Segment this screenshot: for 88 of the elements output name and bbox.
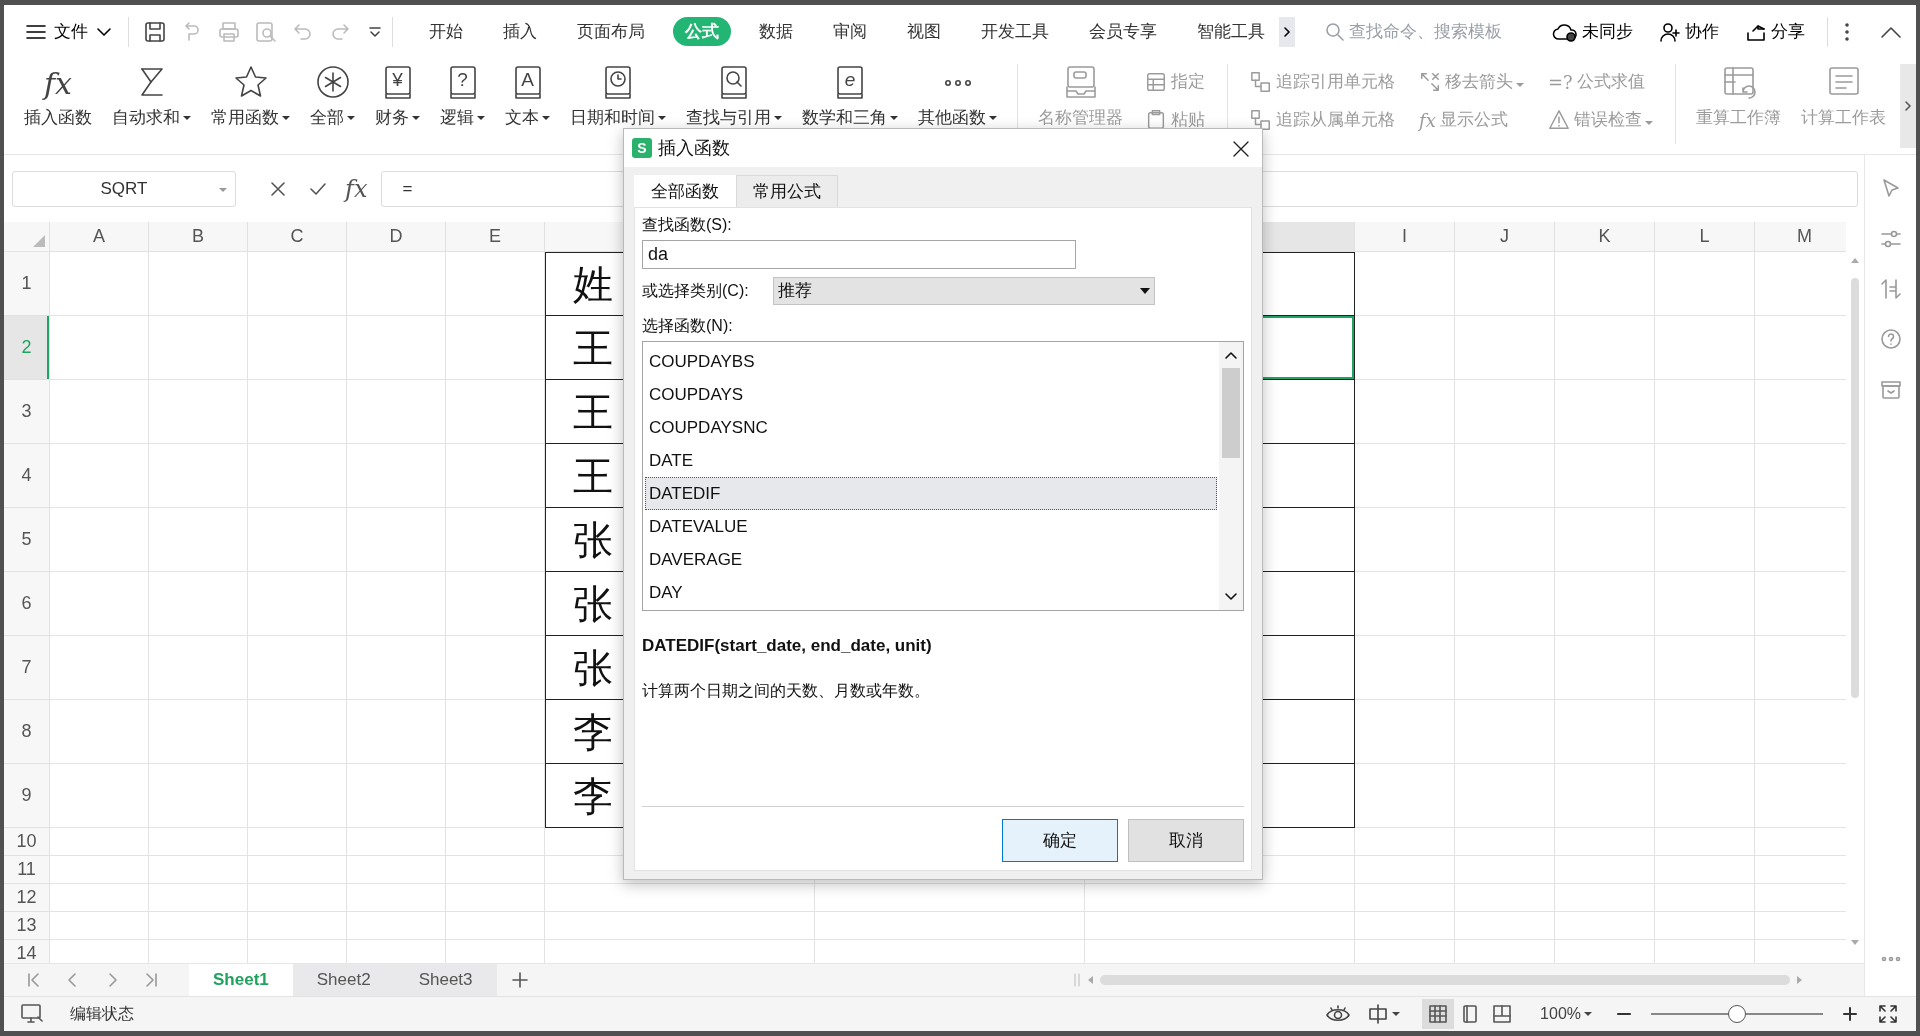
dots-icon (942, 79, 973, 87)
trace-icon (1250, 109, 1272, 131)
search-field[interactable]: da (642, 240, 1076, 269)
function-icon: fx (44, 64, 72, 102)
grid-view-icon (1428, 1004, 1449, 1024)
menu-tab[interactable]: 开发工具 (969, 16, 1061, 47)
monitor-icon[interactable] (20, 1003, 44, 1025)
dialog-tab[interactable]: 全部函数 (634, 175, 736, 207)
cancel-button[interactable]: 取消 (1128, 819, 1244, 862)
category-select[interactable]: 推荐 (772, 277, 1155, 305)
menu-tab[interactable]: 页面布局 (565, 16, 657, 47)
preview-icon[interactable] (254, 19, 278, 44)
field-label: 查找函数(S): (642, 215, 733, 235)
name-box[interactable]: SQRT (12, 170, 236, 207)
menu-tab[interactable]: 会员专享 (1077, 16, 1169, 47)
function-list[interactable]: COUPDAYBS COUPDAYS COUPDAYSNC DATE DATEDIF DATEVALUE DAVERAGE DAY (642, 341, 1244, 611)
fullscreen-icon[interactable] (1878, 1004, 1898, 1024)
close-icon (1232, 139, 1250, 158)
ribbon-button[interactable]: ¥ 财务 (370, 64, 425, 130)
menu-icon (26, 23, 46, 40)
sync-button[interactable]: 未同步 (1546, 17, 1639, 46)
ribbon-button[interactable]: fx 插入函数 (19, 64, 97, 130)
slider-thumb[interactable] (1728, 1005, 1746, 1023)
break-view-icon (1492, 1004, 1513, 1024)
save-icon[interactable] (143, 19, 167, 44)
caret-left-icon (1086, 975, 1094, 985)
chevron-right-icon (1904, 100, 1912, 112)
status-text: 编辑状态 (70, 1004, 134, 1024)
dialog-tab[interactable]: 常用公式 (736, 175, 838, 207)
caret-down-icon (1850, 939, 1860, 947)
list-scrollbar[interactable] (1219, 342, 1243, 610)
help-icon[interactable] (1878, 327, 1903, 351)
ribbon-button[interactable]: 常用函数 (206, 64, 295, 130)
ok-button[interactable]: 确定 (1002, 819, 1118, 862)
cloud-icon (1552, 21, 1578, 42)
search-icon (1325, 21, 1345, 42)
caret-up-icon (1850, 256, 1860, 264)
select-all-icon[interactable] (32, 234, 46, 248)
menu-tab[interactable]: 智能工具 (1185, 16, 1277, 47)
ribbon-button[interactable]: ? 逻辑 (435, 64, 490, 130)
function-icon[interactable]: fx (345, 170, 368, 207)
function-icon: fx (1419, 108, 1436, 132)
list-item[interactable]: DATEDIF (645, 477, 1217, 510)
view-button[interactable] (1422, 999, 1455, 1029)
caret-right-icon (1796, 975, 1804, 985)
menu-tab[interactable]: 开始 (417, 16, 475, 47)
print-icon[interactable] (217, 19, 241, 44)
warning-icon (1548, 109, 1570, 131)
formula-icon: =? (1548, 70, 1573, 94)
menu-tab[interactable]: 插入 (491, 16, 549, 47)
add-sheet-icon[interactable] (510, 971, 529, 989)
cancel-icon[interactable] (269, 179, 287, 198)
table-icon (1145, 71, 1167, 93)
more-icon[interactable] (1844, 21, 1850, 42)
crosshair-box-icon (1367, 1004, 1390, 1024)
dialog-title: 插入函数 (658, 136, 730, 160)
menu-tab[interactable]: 视图 (895, 16, 953, 47)
clipboard-icon (1145, 109, 1167, 131)
ribbon-scroll-button[interactable] (1900, 64, 1916, 148)
app-icon: S (632, 138, 652, 158)
ribbon-button[interactable]: 自动求和 (107, 64, 196, 130)
caret-down-icon[interactable] (368, 25, 382, 38)
ribbon-button[interactable]: 全部 (305, 64, 360, 130)
more-tabs-button[interactable] (1279, 16, 1295, 47)
first-sheet-icon[interactable] (26, 972, 42, 988)
sheet-tab[interactable]: Sheet3 (394, 963, 497, 997)
zoom-menu-button[interactable]: 100% (1534, 1001, 1598, 1027)
eye-icon[interactable] (1325, 1005, 1352, 1023)
arrows-icon (1419, 71, 1441, 93)
collaborate-button[interactable]: 协作 (1653, 17, 1725, 46)
zoom-in-icon[interactable] (1842, 1006, 1858, 1022)
split-handle-icon[interactable] (1074, 973, 1080, 987)
field-label: 或选择类别(C): (642, 281, 749, 301)
swap-icon[interactable] (1878, 277, 1903, 301)
chevron-down-icon (96, 26, 112, 37)
chevron-right-icon (1283, 25, 1291, 38)
menu-tab[interactable]: 数据 (747, 16, 805, 47)
horizontal-scrollbar[interactable] (1074, 973, 1804, 987)
person-add-icon (1659, 21, 1681, 42)
ribbon-button[interactable]: A 文本 (500, 64, 555, 130)
last-sheet-icon[interactable] (143, 972, 159, 988)
menu-tab[interactable]: 审阅 (821, 16, 879, 47)
trace-icon (1250, 71, 1272, 93)
chevron-up-icon[interactable] (1880, 24, 1902, 39)
field-label: 选择函数(N): (642, 316, 734, 336)
share-button[interactable]: 分享 (1739, 17, 1811, 46)
file-menu[interactable]: 文件 (20, 17, 118, 46)
sheet-tab[interactable]: Sheet2 (292, 963, 395, 997)
